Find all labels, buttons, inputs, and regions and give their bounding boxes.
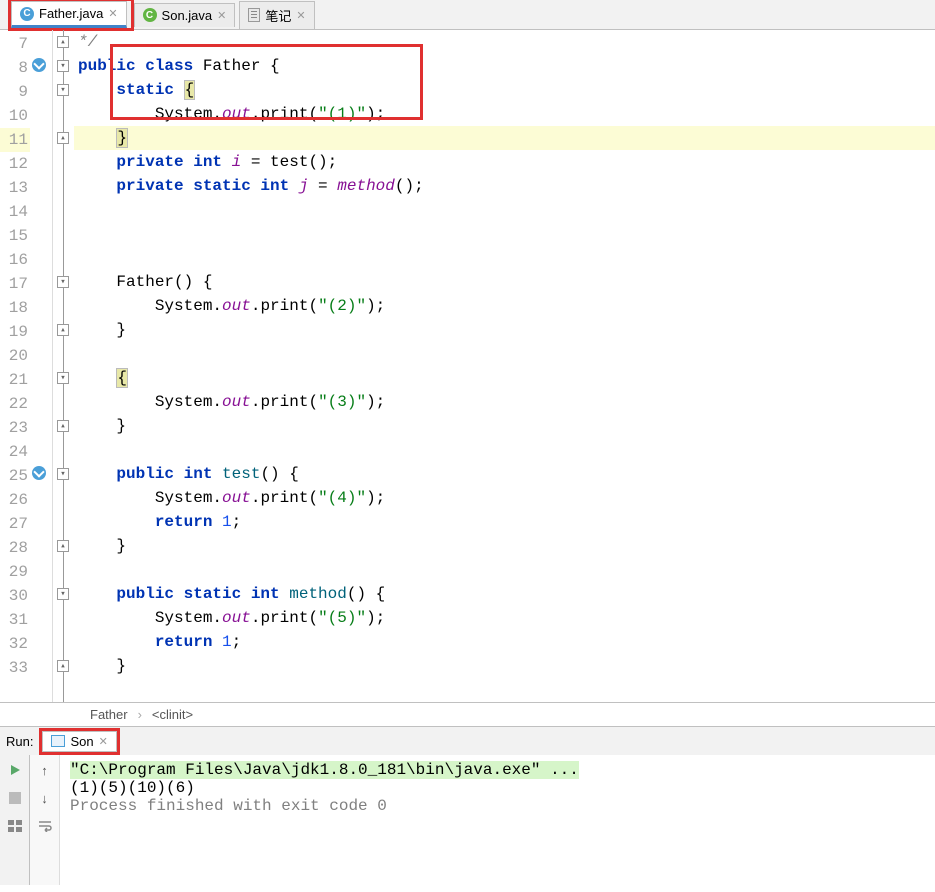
fold-down-icon[interactable]: ▾ xyxy=(57,468,69,480)
fold-down-icon[interactable]: ▾ xyxy=(57,84,69,96)
code-editor[interactable]: 789 101112 131415 161718 192021 222324 2… xyxy=(0,30,935,702)
fold-down-icon[interactable]: ▾ xyxy=(57,276,69,288)
run-tab-son[interactable]: Son ✕ xyxy=(42,731,116,752)
close-icon[interactable]: ✕ xyxy=(217,9,226,22)
run-label: Run: xyxy=(6,734,33,749)
run-console[interactable]: "C:\Program Files\Java\jdk1.8.0_181\bin\… xyxy=(60,755,935,885)
fold-up-icon[interactable]: ▴ xyxy=(57,36,69,48)
breadcrumb-method[interactable]: <clinit> xyxy=(152,707,193,722)
code-area[interactable]: */ public class Father { static { System… xyxy=(74,30,935,702)
fold-up-icon[interactable]: ▴ xyxy=(57,540,69,552)
fold-down-icon[interactable]: ▾ xyxy=(57,60,69,72)
fold-down-icon[interactable]: ▾ xyxy=(57,588,69,600)
marker-gutter xyxy=(30,30,52,702)
run-header: Run: Son ✕ xyxy=(0,727,935,755)
wrap-icon[interactable] xyxy=(36,817,54,835)
console-command: "C:\Program Files\Java\jdk1.8.0_181\bin\… xyxy=(70,761,579,779)
run-panel: Run: Son ✕ ↑ ↓ "C:\Program Files\Java\jd… xyxy=(0,726,935,885)
run-tab-label: Son xyxy=(70,734,93,749)
breadcrumb[interactable]: Father › <clinit> xyxy=(0,702,935,726)
stop-button[interactable] xyxy=(6,789,24,807)
layout-button[interactable] xyxy=(6,817,24,835)
tab-label: Father.java xyxy=(39,6,103,21)
tab-notes[interactable]: 笔记 ✕ xyxy=(239,1,314,29)
scroll-down-icon[interactable]: ↓ xyxy=(36,789,54,807)
override-icon[interactable] xyxy=(32,466,48,482)
close-icon[interactable]: ✕ xyxy=(99,735,108,748)
fold-up-icon[interactable]: ▴ xyxy=(57,132,69,144)
close-icon[interactable]: ✕ xyxy=(108,7,117,20)
rerun-button[interactable] xyxy=(6,761,24,779)
fold-gutter: ▴ ▾ ▾ ▴ ▾ ▴ ▾ ▴ ▾ ▴ ▾ ▴ xyxy=(52,30,74,702)
tab-father-java[interactable]: C Father.java ✕ xyxy=(11,1,127,28)
fold-up-icon[interactable]: ▴ xyxy=(57,660,69,672)
override-icon[interactable] xyxy=(32,58,48,74)
tab-label: 笔记 xyxy=(265,6,291,25)
fold-down-icon[interactable]: ▾ xyxy=(57,372,69,384)
app-icon xyxy=(51,735,65,747)
run-toolbar-secondary: ↑ ↓ xyxy=(30,755,60,885)
class-icon: C xyxy=(143,8,157,22)
breadcrumb-class[interactable]: Father xyxy=(90,707,128,722)
run-toolbar-primary xyxy=(0,755,30,885)
console-output: (1)(5)(10)(6) xyxy=(70,779,925,797)
scroll-up-icon[interactable]: ↑ xyxy=(36,761,54,779)
line-number-gutter: 789 101112 131415 161718 192021 222324 2… xyxy=(0,30,30,702)
class-icon: C xyxy=(20,7,34,21)
chevron-right-icon: › xyxy=(138,707,142,722)
editor-tabs: C Father.java ✕ C Son.java ✕ 笔记 ✕ xyxy=(0,0,935,30)
fold-up-icon[interactable]: ▴ xyxy=(57,324,69,336)
tab-son-java[interactable]: C Son.java ✕ xyxy=(134,3,236,27)
fold-up-icon[interactable]: ▴ xyxy=(57,420,69,432)
note-icon xyxy=(248,8,260,22)
tab-label: Son.java xyxy=(162,8,213,23)
console-exit: Process finished with exit code 0 xyxy=(70,797,925,815)
close-icon[interactable]: ✕ xyxy=(296,9,305,22)
